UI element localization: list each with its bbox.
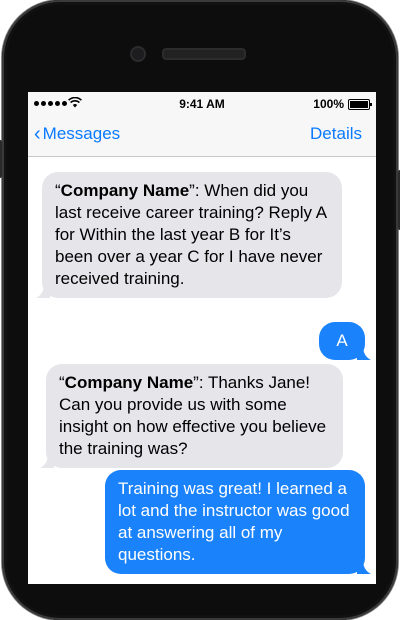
screen: 9:41 AM 100% ‹ Messages Details “Company… bbox=[28, 92, 376, 584]
sender-name: Company Name bbox=[64, 373, 194, 392]
back-label: Messages bbox=[42, 124, 121, 143]
bubble-tail bbox=[357, 346, 371, 360]
back-button[interactable]: ‹ Messages bbox=[34, 124, 120, 144]
message-thread[interactable]: “Company Name”: When did you last receiv… bbox=[28, 157, 376, 584]
bubble-tail bbox=[36, 284, 50, 298]
sender-name: Company Name bbox=[60, 181, 190, 200]
status-bar: 9:41 AM 100% bbox=[28, 92, 376, 116]
message-text: A bbox=[336, 331, 348, 350]
phone-frame: 9:41 AM 100% ‹ Messages Details “Company… bbox=[0, 0, 400, 620]
message-text: Training was great! I learned a lot and … bbox=[118, 479, 350, 564]
earpiece-speaker bbox=[162, 48, 246, 60]
bubble-tail bbox=[357, 560, 371, 574]
chevron-left-icon: ‹ bbox=[34, 123, 41, 145]
battery-icon bbox=[348, 99, 372, 110]
incoming-message: “Company Name”: Thanks Jane! Can you pro… bbox=[40, 364, 343, 468]
front-camera bbox=[130, 46, 146, 62]
navigation-bar: ‹ Messages Details bbox=[28, 116, 376, 157]
battery-percentage: 100% bbox=[313, 97, 344, 111]
outgoing-message: Training was great! I learned a lot and … bbox=[105, 470, 371, 574]
outgoing-message: A bbox=[319, 322, 371, 360]
volume-button bbox=[0, 140, 2, 178]
bubble-tail bbox=[40, 454, 54, 468]
details-button[interactable]: Details bbox=[310, 124, 362, 144]
incoming-message: “Company Name”: When did you last receiv… bbox=[36, 172, 342, 298]
